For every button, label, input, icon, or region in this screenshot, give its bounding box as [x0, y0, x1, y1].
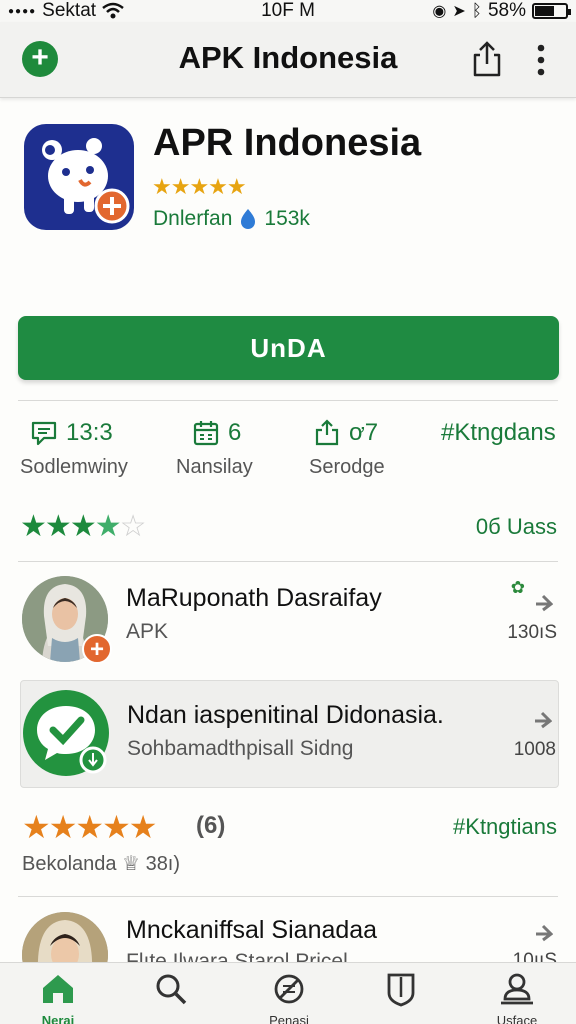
comment-icon — [31, 421, 57, 446]
stat-label: Sodlemwiny — [20, 456, 128, 478]
star-empty-icon: ☆ — [119, 510, 147, 543]
forward-arrow-icon[interactable] — [532, 711, 552, 729]
list-item-title: Mnckaniffsal Sianadaa — [126, 916, 378, 944]
more-vert-icon[interactable] — [530, 42, 552, 78]
star-filled-icon: ★ — [69, 510, 97, 543]
search-icon — [156, 974, 187, 1005]
battery-percent: 58% — [487, 0, 526, 21]
app-bar: + APK Indonesia — [0, 22, 576, 98]
blocked-icon — [274, 974, 304, 1004]
overall-rating-stars: ★★★★☆ — [20, 509, 147, 544]
battery-icon — [532, 3, 571, 19]
location-icon: ➤ — [452, 3, 466, 20]
app-name: APR Indonesia — [153, 122, 422, 164]
nav-label: Usface — [496, 1013, 538, 1024]
divider — [18, 400, 558, 401]
review-meta: Bekolanda ♕ 38ı) — [22, 853, 181, 875]
featured-list-item[interactable]: Ndan iaspenitinal Didonasia. Sohbamadthp… — [20, 680, 559, 788]
list-item-subtitle: APK — [126, 620, 169, 643]
nav-blocked[interactable]: Penasi — [254, 971, 324, 1024]
status-bar: ●●●● Sektat 10F M ◉ ➤ ᛒ 58% — [0, 0, 576, 22]
shield-icon — [387, 973, 415, 1007]
list-item-count: 10ııS — [512, 950, 557, 962]
list-item-count: 1008 — [513, 739, 556, 760]
stat-value: 13:3 — [66, 419, 113, 446]
stat-value: ơ7 — [349, 419, 379, 446]
download-info: Dnlerfan 153k — [153, 207, 310, 231]
status-left: ●●●● Sektat — [8, 0, 124, 22]
app-rating-stars: ★★★★★ — [152, 174, 247, 199]
stat-value: #Ktngdans — [441, 419, 556, 446]
list-item[interactable]: Mnckaniffsal Sianadaa Flıte Ilwara Staro… — [20, 912, 559, 962]
divider — [18, 561, 558, 562]
star-filled-icon: ★ — [20, 510, 47, 543]
nav-home[interactable]: Nerai — [23, 971, 93, 1024]
divider — [18, 896, 558, 897]
nav-label: Penasi — [269, 1013, 309, 1024]
gift-icon: ✿ — [510, 578, 525, 597]
nav-search[interactable] — [136, 971, 206, 1013]
carrier-name: Sektat — [42, 0, 97, 21]
nav-label: Nerai — [41, 1013, 75, 1024]
battery-fill — [535, 6, 554, 16]
list-item-title: Ndan iaspenitinal Didonasia. — [127, 701, 444, 729]
app-icon — [24, 124, 134, 230]
nav-shield[interactable] — [366, 971, 436, 1013]
list-item-subtitle: Sohbamadthpisall Sidng — [127, 737, 354, 760]
calendar-icon — [193, 421, 219, 446]
list-item[interactable]: + MaRuponath Dasraifay APK ✿ 130ıS — [20, 576, 559, 670]
status-right: ◉ ➤ ᛒ 58% — [432, 0, 571, 22]
star-filled-icon: ★ — [22, 809, 51, 845]
stat-calendar[interactable]: 6 Nansilay — [176, 418, 253, 479]
stat-label: Nansilay — [176, 456, 253, 478]
share-box-icon — [315, 419, 339, 446]
signal-dots-icon: ●●●● — [8, 5, 37, 17]
stat-shares[interactable]: ơ7 Serodge — [309, 418, 385, 479]
add-badge-icon[interactable]: + — [82, 634, 112, 664]
mascot-icon — [42, 138, 130, 224]
app-page: ●●●● Sektat 10F M ◉ ➤ ᛒ 58% + APK Indone… — [0, 0, 576, 1024]
star-filled-icon: ★ — [48, 809, 78, 845]
bottom-nav: Nerai Penasi Usface — [0, 962, 576, 1024]
star-filled-icon: ★ — [102, 809, 131, 845]
nav-user[interactable]: Usface — [482, 971, 552, 1024]
dnd-icon: ◉ — [432, 3, 447, 20]
review-count: (6) — [196, 812, 226, 839]
avatar — [22, 912, 108, 962]
stat-tag[interactable]: #Ktngdans — [441, 418, 556, 448]
stat-comments[interactable]: 13:3 Sodlemwiny — [20, 418, 128, 479]
download-count: 153k — [264, 207, 310, 230]
stat-value: 6 — [228, 419, 242, 446]
download-drop-icon — [241, 209, 256, 229]
overall-rating-text[interactable]: 0б Uass — [476, 514, 557, 540]
star-filled-icon: ★ — [75, 809, 104, 845]
home-icon — [43, 975, 73, 1003]
download-label: Dnlerfan — [153, 207, 233, 230]
bluetooth-icon: ᛒ — [471, 1, 482, 20]
review-stars: ★★★★★ — [22, 808, 158, 846]
check-chat-icon — [23, 690, 109, 776]
review-tag[interactable]: #Ktngtians — [453, 814, 557, 840]
install-button[interactable]: UnDA — [18, 316, 559, 380]
stat-label: Serodge — [309, 456, 385, 478]
star-filled-icon: ★ — [44, 510, 72, 543]
forward-arrow-icon[interactable] — [533, 594, 553, 612]
user-icon — [501, 973, 533, 1005]
star-filled-icon: ★ — [128, 809, 158, 845]
person-photo — [22, 912, 108, 962]
wifi-icon — [102, 2, 124, 19]
list-item-subtitle: Flıte Ilwara Starol Pricel — [126, 950, 348, 962]
list-item-count: 130ıS — [507, 622, 557, 643]
share-icon[interactable] — [470, 40, 504, 78]
forward-arrow-icon[interactable] — [533, 924, 553, 942]
star-half-icon: ★ — [94, 510, 122, 543]
list-item-title: MaRuponath Dasraifay — [126, 584, 382, 612]
